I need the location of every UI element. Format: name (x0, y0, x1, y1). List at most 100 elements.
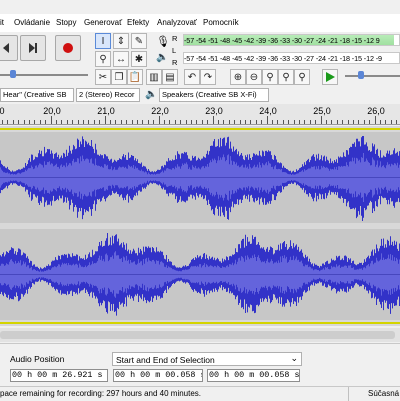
ruler-tick (309, 120, 311, 124)
ruler-tick (88, 120, 90, 124)
status-text: pace remaining for recording: 297 hours … (0, 389, 202, 398)
zoom-in-button[interactable]: ⊕ (230, 69, 246, 85)
play-icon (325, 72, 335, 82)
ruler-tick (196, 120, 198, 124)
playback-speed-slider[interactable] (345, 75, 400, 77)
skip-end-icon (29, 43, 37, 53)
skip-end-button[interactable] (20, 35, 46, 61)
sample-rate-label: Súčasná vzork (368, 389, 400, 398)
timeshift-tool-button[interactable]: ↔ (113, 51, 129, 67)
redo-button[interactable]: ↷ (200, 69, 216, 85)
ruler-tick (234, 120, 236, 124)
playback-device-select[interactable]: Speakers (Creative SB X-Fi) (159, 88, 269, 102)
playback-meter-scale: -57 -54 -51 -48 -45 -42 -39 -36 -33 -30 … (184, 54, 382, 63)
fit-selection-button[interactable]: ⚲ (262, 69, 278, 85)
ruler-tick (158, 116, 160, 124)
menu-item-generate[interactable]: Generovať (84, 18, 122, 27)
ruler-label: 26,0 (367, 106, 385, 116)
chevron-down-icon: ⌄ (290, 353, 298, 363)
zoom-tool-button[interactable]: ⚲ (95, 51, 111, 67)
zoom-toggle-button[interactable]: ⚲ (294, 69, 310, 85)
ruler-tick (99, 120, 101, 124)
asterisk-icon: ✱ (134, 53, 144, 65)
draw-tool-button[interactable]: ✎ (131, 33, 147, 49)
horizontal-scrollbar[interactable] (0, 328, 400, 342)
undo-icon: ↶ (187, 71, 197, 83)
recording-channels-select[interactable]: 2 (Stereo) Recor (76, 88, 140, 102)
menu-item-transport[interactable]: Ovládanie (14, 18, 50, 27)
menu-item-analyze[interactable]: Analyzovať (157, 18, 197, 27)
speaker-icon: 🔈 (156, 52, 169, 63)
skip-start-button[interactable] (0, 35, 18, 61)
audio-track[interactable] (0, 126, 400, 326)
waveform-channel-left[interactable] (0, 132, 400, 223)
meter-channel-label: R (172, 58, 178, 67)
playback-meter[interactable]: -57 -54 -51 -48 -45 -42 -39 -36 -33 -30 … (183, 52, 400, 64)
zoom-in-icon: ⊕ (233, 71, 243, 83)
skip-start-icon (3, 43, 9, 53)
ruler-label: 23,0 (205, 106, 223, 116)
selection-start-field[interactable]: 00 h 00 m 00.058 s (113, 369, 203, 382)
ruler-tick (293, 120, 295, 124)
microphone-icon: 🎙 (156, 36, 170, 48)
selection-end-field[interactable]: 00 h 00 m 00.058 s (207, 369, 300, 382)
pencil-icon: ✎ (134, 35, 144, 47)
zoom-out-button[interactable]: ⊖ (246, 69, 262, 85)
paste-icon: 📋 (128, 71, 142, 83)
ruler-tick (380, 120, 381, 124)
meter-channel-label: R (172, 34, 178, 43)
menu-item-effects[interactable]: Efekty (127, 18, 149, 27)
ruler-tick (45, 120, 47, 124)
ruler-tick (18, 120, 20, 124)
ruler-tick (185, 120, 187, 124)
ruler-tick (228, 120, 230, 124)
redo-icon: ↷ (203, 71, 213, 83)
ruler-tick (164, 120, 165, 124)
ruler-tick (2, 120, 3, 124)
copy-button[interactable]: ❐ (111, 69, 127, 85)
menu-item-edit[interactable]: it (0, 18, 4, 27)
menu-item-tracks[interactable]: Stopy (56, 18, 76, 27)
selection-tool-button[interactable]: I (95, 33, 111, 49)
selection-mode-select[interactable]: Start and End of Selection ⌄ (112, 352, 302, 366)
timeline-ruler[interactable]: 0 20,0 21,0 22,0 23,0 24,0 25,0 26,0 (0, 104, 400, 125)
ruler-tick (261, 120, 263, 124)
playback-speed-thumb[interactable] (358, 71, 364, 79)
ruler-tick (266, 116, 268, 124)
ruler-tick (353, 120, 354, 124)
silence-icon: ▤ (165, 71, 175, 83)
undo-button[interactable]: ↶ (184, 69, 200, 85)
recording-device-select[interactable]: Hear" (Creative SB (0, 88, 74, 102)
ruler-tick (7, 120, 9, 124)
play-at-speed-button[interactable] (322, 69, 338, 85)
ruler-tick (277, 120, 279, 124)
ruler-label: 20,0 (43, 106, 61, 116)
ruler-tick (245, 120, 246, 124)
trim-button[interactable]: ▥ (146, 69, 162, 85)
waveform-left (0, 136, 400, 221)
scrollbar-thumb[interactable] (0, 331, 395, 339)
silence-button[interactable]: ▤ (162, 69, 178, 85)
ruler-tick (299, 120, 300, 124)
audio-position-field[interactable]: 00 h 00 m 26.921 s (10, 369, 108, 382)
ruler-tick (385, 120, 387, 124)
meter-channel-label: L (172, 46, 177, 55)
ruler-tick (77, 120, 79, 124)
audio-position-label: Audio Position (10, 354, 65, 364)
multi-tool-button[interactable]: ✱ (131, 51, 147, 67)
ruler-tick (304, 120, 306, 124)
envelope-tool-button[interactable]: ⇕ (113, 33, 129, 49)
paste-button[interactable]: 📋 (127, 69, 143, 85)
ruler-tick (336, 120, 338, 124)
cut-button[interactable]: ✂ (95, 69, 111, 85)
recording-volume-thumb[interactable] (10, 70, 16, 78)
record-button[interactable] (55, 35, 81, 61)
fit-project-button[interactable]: ⚲ (278, 69, 294, 85)
ruler-tick (390, 120, 392, 124)
recording-meter[interactable]: -57 -54 -51 -48 -45 -42 -39 -36 -33 -30 … (183, 34, 400, 46)
ruler-tick (147, 120, 149, 124)
waveform-channel-right[interactable] (0, 229, 400, 320)
menu-item-help[interactable]: Pomocník (203, 18, 239, 27)
ruler-label: 21,0 (97, 106, 115, 116)
toolbar-area: I ⇕ ✎ ⚲ ↔ ✱ 🎙 🔈 R L R -57 -54 -51 -48 -4… (0, 32, 400, 86)
